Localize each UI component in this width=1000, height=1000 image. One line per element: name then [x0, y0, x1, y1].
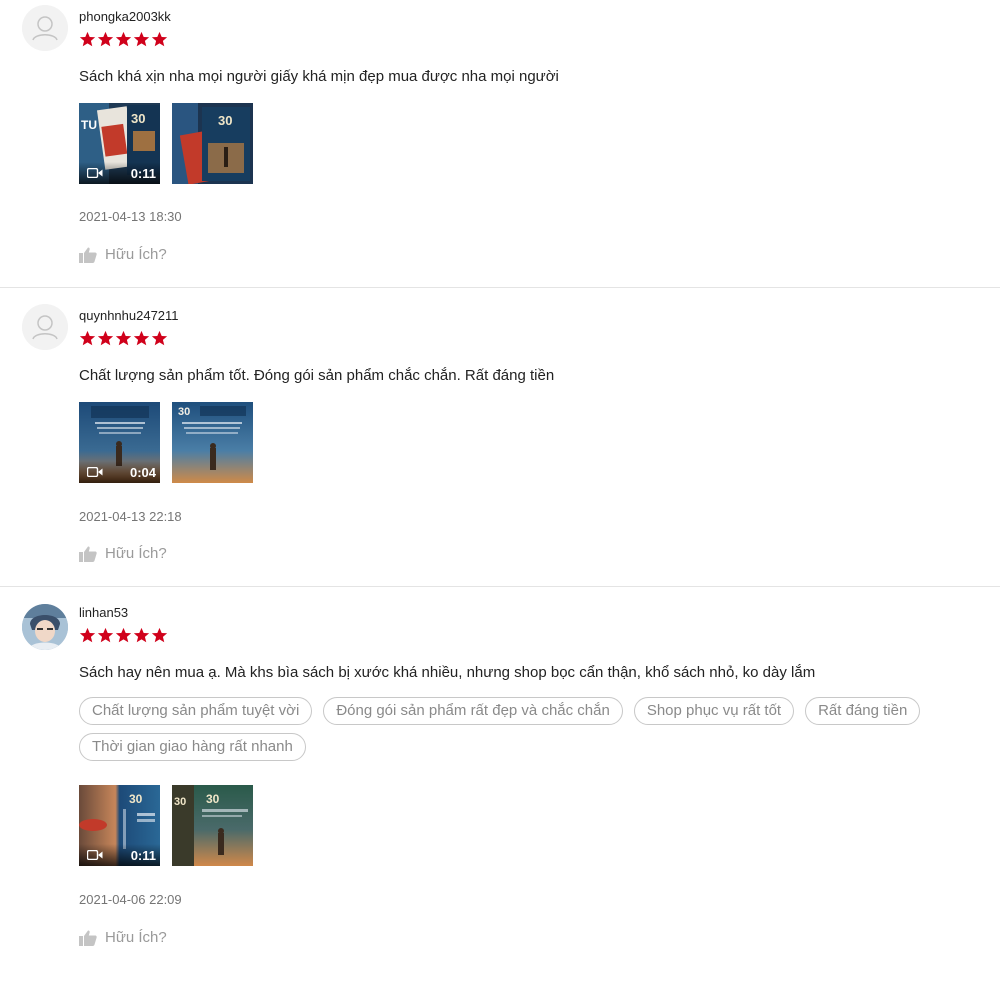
book-photo-image: 30 — [172, 103, 253, 184]
review-item: linhan53 Sách hay nên mua ạ. Mà khs bìa … — [0, 587, 1000, 1000]
star-icon — [97, 31, 114, 47]
svg-text:TU: TU — [81, 118, 97, 132]
review-tag: Đóng gói sản phẩm rất đẹp và chắc chắn — [323, 697, 623, 725]
star-rating — [79, 330, 168, 347]
book-cover-image: 30 — [172, 402, 253, 483]
helpful-label: Hữu Ích? — [105, 545, 167, 562]
star-icon — [115, 627, 132, 643]
review-video-thumbnail[interactable]: 30 TU 0:11 — [79, 103, 160, 184]
review-photo-thumbnail[interactable]: 30 30 — [172, 785, 253, 866]
thumbs-up-icon — [79, 546, 97, 562]
svg-text:30: 30 — [218, 113, 232, 128]
user-avatar-image — [22, 604, 68, 650]
reviewer-username[interactable]: linhan53 — [79, 605, 128, 620]
review-comment: Sách hay nên mua ạ. Mà khs bìa sách bị x… — [79, 664, 816, 681]
video-camera-icon — [87, 850, 103, 860]
user-placeholder-icon — [22, 5, 68, 51]
review-item: phongka2003kk Sách khá xịn nha mọi người… — [0, 0, 1000, 288]
star-icon — [133, 31, 150, 47]
review-item: quynhnhu247211 Chất lượng sản phẩm tốt. … — [0, 288, 1000, 586]
review-tags: Chất lượng sản phẩm tuyệt vời Đóng gói s… — [79, 697, 979, 769]
helpful-label: Hữu Ích? — [105, 246, 167, 263]
review-timestamp: 2021-04-13 18:30 — [79, 209, 182, 224]
star-icon — [151, 31, 168, 47]
helpful-button[interactable]: Hữu Ích? — [79, 246, 167, 263]
star-rating — [79, 627, 168, 644]
star-icon — [115, 330, 132, 346]
star-icon — [79, 627, 96, 643]
thumbs-up-icon — [79, 930, 97, 946]
reviewer-username[interactable]: phongka2003kk — [79, 9, 171, 24]
svg-text:30: 30 — [206, 792, 220, 806]
user-placeholder-icon — [22, 304, 68, 350]
star-icon — [97, 627, 114, 643]
review-tag: Shop phục vụ rất tốt — [633, 697, 795, 725]
book-photo-image: 30 30 — [172, 785, 253, 866]
avatar[interactable] — [22, 5, 68, 51]
star-icon — [133, 330, 150, 346]
review-timestamp: 2021-04-13 22:18 — [79, 509, 182, 524]
video-duration-bar: 0:04 — [79, 461, 160, 483]
video-duration: 0:04 — [129, 464, 156, 480]
video-camera-icon — [87, 467, 103, 477]
video-duration: 0:11 — [130, 165, 156, 181]
review-media: 30 0:11 30 30 — [79, 785, 253, 866]
helpful-label: Hữu Ích? — [105, 929, 167, 946]
star-icon — [133, 627, 150, 643]
review-comment: Sách khá xịn nha mọi người giấy khá mịn … — [79, 68, 559, 85]
review-photo-thumbnail[interactable]: 30 — [172, 103, 253, 184]
video-duration-bar: 0:11 — [79, 844, 160, 866]
star-icon — [115, 31, 132, 47]
review-timestamp: 2021-04-06 22:09 — [79, 892, 182, 907]
review-video-thumbnail[interactable]: 0:04 — [79, 402, 160, 483]
star-icon — [151, 627, 168, 643]
video-duration: 0:11 — [130, 847, 156, 863]
svg-text:30: 30 — [178, 406, 190, 418]
video-camera-icon — [87, 168, 103, 178]
review-photo-thumbnail[interactable]: 30 — [172, 402, 253, 483]
review-tag: Chất lượng sản phẩm tuyệt vời — [79, 697, 313, 725]
review-comment: Chất lượng sản phẩm tốt. Đóng gói sản ph… — [79, 367, 555, 384]
avatar[interactable] — [22, 604, 68, 650]
review-tag: Rất đáng tiền — [805, 697, 921, 725]
svg-text:30: 30 — [174, 796, 186, 808]
helpful-button[interactable]: Hữu Ích? — [79, 545, 167, 562]
review-media: 30 TU 0:11 30 — [79, 103, 253, 184]
reviewer-username[interactable]: quynhnhu247211 — [79, 308, 179, 323]
helpful-button[interactable]: Hữu Ích? — [79, 929, 167, 946]
review-tag: Thời gian giao hàng rất nhanh — [79, 733, 306, 761]
review-media: 0:04 30 — [79, 402, 253, 483]
review-video-thumbnail[interactable]: 30 0:11 — [79, 785, 160, 866]
thumbs-up-icon — [79, 247, 97, 263]
star-icon — [79, 31, 96, 47]
avatar[interactable] — [22, 304, 68, 350]
star-icon — [151, 330, 168, 346]
star-icon — [79, 330, 96, 346]
svg-text:30: 30 — [131, 111, 145, 126]
star-icon — [97, 330, 114, 346]
video-duration-bar: 0:11 — [79, 162, 160, 184]
svg-text:30: 30 — [129, 792, 143, 806]
star-rating — [79, 31, 168, 48]
